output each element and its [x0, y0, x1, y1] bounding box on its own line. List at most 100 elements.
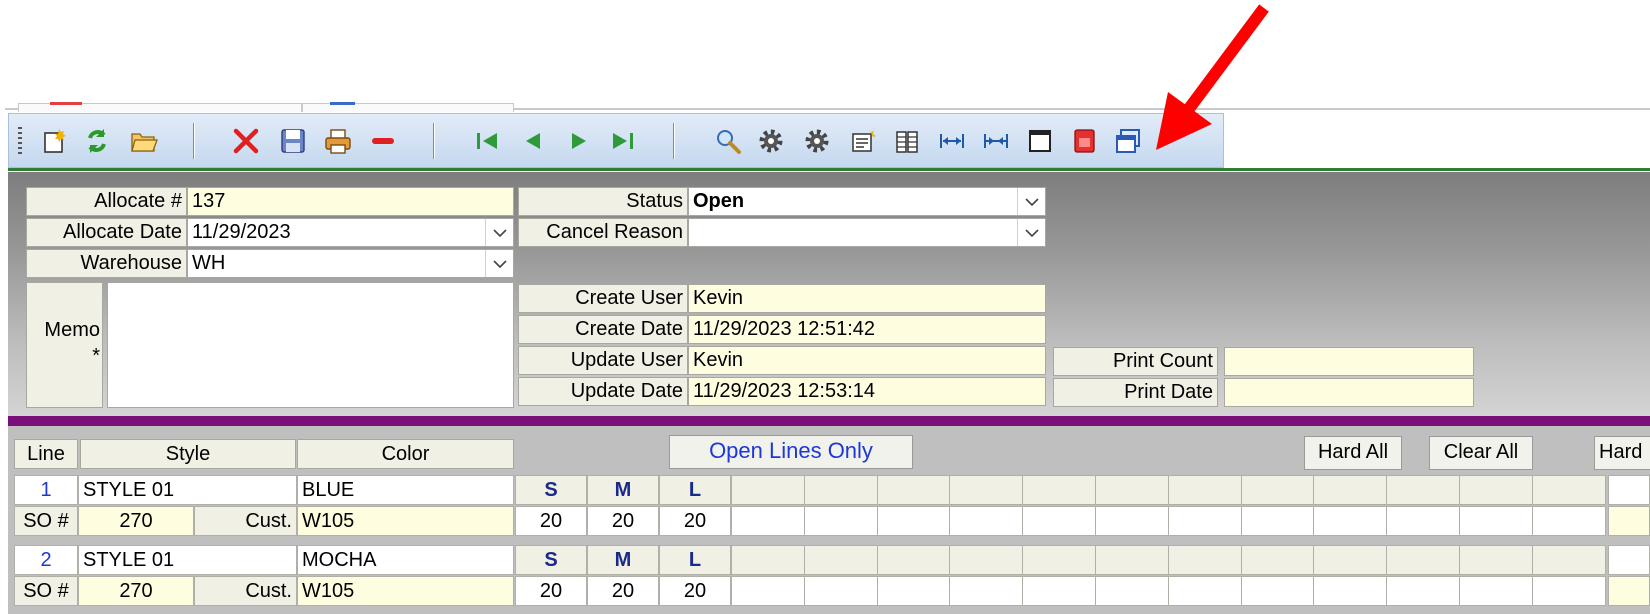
- size-qty-empty[interactable]: [1313, 506, 1387, 536]
- style-cell[interactable]: STYLE 01: [78, 545, 297, 575]
- size-qty-cell[interactable]: 20: [659, 506, 731, 536]
- delete-icon[interactable]: [230, 125, 262, 157]
- size-qty-empty[interactable]: [1022, 576, 1096, 606]
- last-record-icon[interactable]: [606, 125, 638, 157]
- size-qty-empty[interactable]: [949, 506, 1023, 536]
- print-count-field: [1224, 347, 1474, 376]
- customer-cell[interactable]: W105: [297, 506, 514, 536]
- size-qty-empty[interactable]: [877, 506, 951, 536]
- style-cell[interactable]: STYLE 01: [78, 475, 297, 505]
- export-icon[interactable]: [847, 125, 879, 157]
- shrink-columns-icon[interactable]: [980, 125, 1012, 157]
- size-qty-cell[interactable]: 20: [659, 576, 731, 606]
- hard-all-button[interactable]: Hard All: [1304, 436, 1402, 470]
- size-header-empty: [1022, 475, 1096, 505]
- line-number[interactable]: 1: [14, 475, 78, 505]
- pdf-icon[interactable]: [1068, 125, 1100, 157]
- section-divider: [8, 416, 1650, 426]
- so-number-cell[interactable]: 270: [78, 506, 194, 536]
- size-qty-empty[interactable]: [1095, 506, 1169, 536]
- window-icon[interactable]: [1024, 125, 1056, 157]
- size-qty-empty[interactable]: [804, 506, 878, 536]
- remove-icon[interactable]: [367, 125, 399, 157]
- size-header-empty: [1459, 475, 1533, 505]
- create-date-field: 11/29/2023 12:51:42: [688, 315, 1046, 344]
- previous-record-icon[interactable]: [517, 125, 549, 157]
- size-qty-cell[interactable]: 20: [515, 506, 587, 536]
- memo-label: Memo: [44, 319, 100, 341]
- allocate-date-field[interactable]: 11/29/2023: [187, 218, 514, 247]
- size-header-empty: [804, 475, 878, 505]
- size-qty-empty[interactable]: [1386, 576, 1460, 606]
- size-qty-empty[interactable]: [1022, 506, 1096, 536]
- customer-cell[interactable]: W105: [297, 576, 514, 606]
- hard-qty-cell[interactable]: [1608, 506, 1650, 536]
- hard-checkbox[interactable]: [1608, 545, 1650, 575]
- size-qty-empty[interactable]: [1241, 576, 1315, 606]
- hard-checkbox[interactable]: [1608, 475, 1650, 505]
- chevron-down-icon[interactable]: [1017, 219, 1045, 246]
- color-cell[interactable]: BLUE: [297, 475, 514, 505]
- open-folder-icon[interactable]: [128, 125, 160, 157]
- cancel-reason-field[interactable]: [688, 218, 1046, 247]
- size-qty-empty[interactable]: [1532, 576, 1606, 606]
- color-cell[interactable]: MOCHA: [297, 545, 514, 575]
- size-qty-empty[interactable]: [1313, 576, 1387, 606]
- allocate-no-label: Allocate #: [26, 187, 187, 216]
- settings-icon[interactable]: [755, 125, 787, 157]
- annotation-arrow: [1156, 4, 1269, 150]
- size-qty-empty[interactable]: [1168, 506, 1242, 536]
- warehouse-field[interactable]: WH: [187, 249, 514, 278]
- size-qty-cell[interactable]: 20: [587, 576, 659, 606]
- warehouse-label: Warehouse: [26, 249, 187, 278]
- col-color-header[interactable]: Color: [297, 439, 514, 469]
- size-qty-empty[interactable]: [731, 506, 805, 536]
- col-line-header[interactable]: Line: [14, 439, 78, 469]
- create-date-label: Create Date: [518, 315, 688, 344]
- size-qty-empty[interactable]: [1095, 576, 1169, 606]
- col-style-header[interactable]: Style: [80, 439, 296, 469]
- hard-qty-cell[interactable]: [1608, 576, 1650, 606]
- size-qty-empty[interactable]: [1168, 576, 1242, 606]
- size-qty-empty[interactable]: [877, 576, 951, 606]
- size-header-empty: [1532, 475, 1606, 505]
- settings-alt-icon[interactable]: [801, 125, 833, 157]
- size-qty-empty[interactable]: [1241, 506, 1315, 536]
- size-qty-empty[interactable]: [804, 576, 878, 606]
- open-lines-only-button[interactable]: Open Lines Only: [669, 435, 913, 469]
- size-qty-empty[interactable]: [1459, 506, 1533, 536]
- first-record-icon[interactable]: [472, 125, 504, 157]
- toolbar-grip[interactable]: [18, 127, 22, 157]
- toolbar-separator: [673, 123, 674, 159]
- size-qty-cell[interactable]: 20: [587, 506, 659, 536]
- size-qty-cell[interactable]: 20: [515, 576, 587, 606]
- search-icon[interactable]: [712, 125, 744, 157]
- refresh-icon[interactable]: [81, 125, 113, 157]
- size-header-empty: [949, 545, 1023, 575]
- size-qty-empty[interactable]: [1532, 506, 1606, 536]
- chevron-down-icon[interactable]: [1017, 188, 1045, 215]
- save-icon[interactable]: [277, 125, 309, 157]
- size-qty-empty[interactable]: [949, 576, 1023, 606]
- size-header-empty: [1459, 545, 1533, 575]
- size-header: L: [659, 545, 731, 575]
- chevron-down-icon[interactable]: [485, 219, 513, 246]
- new-icon[interactable]: [38, 125, 70, 157]
- print-icon[interactable]: [322, 125, 354, 157]
- so-number-cell[interactable]: 270: [78, 576, 194, 606]
- memo-field[interactable]: [107, 282, 514, 408]
- size-qty-empty[interactable]: [1386, 506, 1460, 536]
- size-qty-empty[interactable]: [731, 576, 805, 606]
- columns-icon[interactable]: [892, 125, 924, 157]
- chevron-down-icon[interactable]: [485, 250, 513, 277]
- allocate-no-field[interactable]: 137: [187, 187, 514, 216]
- size-qty-empty[interactable]: [1459, 576, 1533, 606]
- size-header: M: [587, 545, 659, 575]
- next-record-icon[interactable]: [563, 125, 595, 157]
- expand-columns-icon[interactable]: [936, 125, 968, 157]
- hard-column-header[interactable]: Hard: [1594, 436, 1650, 470]
- line-number[interactable]: 2: [14, 545, 78, 575]
- clear-all-button[interactable]: Clear All: [1429, 436, 1533, 470]
- size-header-empty: [949, 475, 1023, 505]
- status-field[interactable]: Open: [688, 187, 1046, 216]
